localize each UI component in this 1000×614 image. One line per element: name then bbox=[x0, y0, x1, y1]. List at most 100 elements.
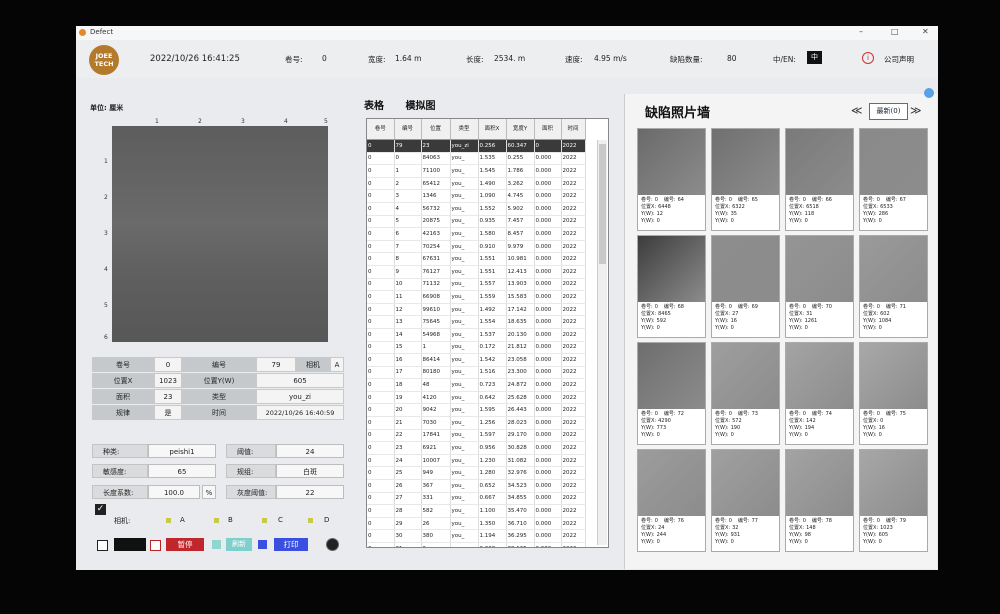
table-row[interactable]: 0316you_0.86838.1250.0002022 bbox=[367, 542, 586, 547]
camera-a-checkbox[interactable] bbox=[166, 518, 171, 523]
rule-group-select[interactable]: 白斑 bbox=[276, 464, 344, 478]
defect-thumbnail[interactable] bbox=[860, 129, 927, 195]
table-row[interactable]: 0 17 80180 you_ 1.516 23.300 0.000 2022 bbox=[367, 366, 586, 380]
length-coef-input[interactable]: 100.0 bbox=[148, 485, 200, 499]
table-row[interactable]: 0 18 48 you_ 0.723 24.872 0.000 2022 bbox=[367, 378, 586, 392]
table-row[interactable]: 0 1 71100 you_ 1.545 1.786 0.000 2022 bbox=[367, 164, 586, 178]
floating-assist-icon[interactable] bbox=[924, 88, 934, 98]
defect-photo-card[interactable]: 卷号: 0 编号: 65 位置X: 6322 Y(W): 35 Y(W): 0 bbox=[711, 128, 780, 231]
defect-photo-card[interactable]: 卷号: 0 编号: 67 位置X: 6533 Y(W): 286 Y(W): 0 bbox=[859, 128, 928, 231]
kind-select[interactable]: peishi1 bbox=[148, 444, 216, 458]
defect-thumbnail[interactable] bbox=[638, 129, 705, 195]
defect-photo-card[interactable]: 卷号: 0 编号: 71 位置X: 602 Y(W): 1084 Y(W): 0 bbox=[859, 235, 928, 338]
table-row[interactable]: 0 4 56732 you_ 1.552 5.902 0.000 2022 bbox=[367, 202, 586, 216]
defect-thumbnail[interactable] bbox=[786, 450, 853, 516]
info-icon[interactable]: i bbox=[862, 52, 874, 64]
table-row[interactable]: 0 19 4120 you_ 0.642 25.628 0.000 2022 bbox=[367, 391, 586, 405]
defect-photo-card[interactable]: 卷号: 0 编号: 77 位置X: 32 Y(W): 931 Y(W): 0 bbox=[711, 449, 780, 552]
latest-button[interactable]: 最新(0) bbox=[869, 103, 908, 120]
tab-table[interactable]: 表格 bbox=[364, 101, 384, 112]
defect-photo-card[interactable]: 卷号: 0 编号: 76 位置X: 24 Y(W): 244 Y(W): 0 bbox=[637, 449, 706, 552]
table-row[interactable]: 0 12 99610 you_ 1.492 17.142 0.000 2022 bbox=[367, 303, 586, 317]
table-row[interactable]: 0 5 20875 you_ 0.935 7.457 0.000 2022 bbox=[367, 215, 586, 229]
table-row[interactable]: 0 16 86414 you_ 1.542 23.058 0.000 2022 bbox=[367, 353, 586, 367]
table-row[interactable]: 0 25 949 you_ 1.280 32.976 0.000 2022 bbox=[367, 466, 586, 481]
column-header[interactable]: 编号 bbox=[394, 119, 422, 140]
table-row[interactable]: 0 15 1 you_ 0.172 21.812 0.000 2022 bbox=[367, 341, 586, 355]
column-header[interactable]: 面积X bbox=[478, 119, 507, 140]
table-row[interactable]: 0 20 9042 you_ 1.595 26.443 0.000 2022 bbox=[367, 403, 586, 418]
table-row[interactable]: 0 10 71132 you_ 1.557 13.903 0.000 2022 bbox=[367, 278, 586, 292]
defect-photo-card[interactable]: 卷号: 0 编号: 73 位置X: 572 Y(W): 190 Y(W): 0 bbox=[711, 342, 780, 445]
column-header[interactable]: 面积 bbox=[534, 119, 562, 140]
table-row[interactable]: 0 22 17841 you_ 1.597 29.170 0.000 2022 bbox=[367, 429, 586, 443]
tab-simulation[interactable]: 模拟图 bbox=[405, 101, 435, 112]
defect-thumbnail[interactable] bbox=[786, 343, 853, 409]
defect-photo-card[interactable]: 卷号: 0 编号: 64 位置X: 6448 Y(W): 12 Y(W): 0 bbox=[637, 128, 706, 231]
prev-page-icon[interactable]: ≪ bbox=[851, 104, 863, 117]
table-row[interactable]: 0 11 66908 you_ 1.559 15.583 0.000 2022 bbox=[367, 290, 586, 304]
company-statement-link[interactable]: 公司声明 bbox=[884, 54, 914, 65]
table-row[interactable]: 0 28 582 you_ 1.100 35.470 0.000 2022 bbox=[367, 504, 586, 518]
defect-photo-card[interactable]: 卷号: 0 编号: 79 位置X: 1023 Y(W): 605 Y(W): 0 bbox=[859, 449, 928, 552]
camera-b-checkbox[interactable] bbox=[214, 518, 219, 523]
pause-button[interactable]: 暂停 bbox=[166, 538, 204, 551]
column-header[interactable]: 位置 bbox=[421, 119, 451, 140]
print-button[interactable]: 打印 bbox=[274, 538, 308, 551]
defect-thumbnail[interactable] bbox=[712, 129, 779, 195]
table-row[interactable]: 0 27 331 you_ 0.667 34.855 0.000 2022 bbox=[367, 492, 586, 506]
defect-thumbnail[interactable] bbox=[712, 450, 779, 516]
defect-thumbnail[interactable] bbox=[638, 236, 705, 302]
column-header[interactable]: 时间 bbox=[561, 119, 586, 140]
table-row[interactable]: 0 3 1346 you_ 1.090 4.745 0.000 2022 bbox=[367, 189, 586, 203]
defect-photo-card[interactable]: 卷号: 0 编号: 78 位置X: 148 Y(W): 98 Y(W): 0 bbox=[785, 449, 854, 552]
table-row[interactable]: 0 9 76127 you_ 1.551 12.413 0.000 2022 bbox=[367, 265, 586, 279]
table-row[interactable]: 0 79 23 you_zi 0.256 60.347 0 2022 bbox=[367, 139, 586, 153]
enable-checkbox[interactable]: ✓ bbox=[95, 504, 106, 515]
table-row[interactable]: 0 2 65412 you_ 1.490 3.262 0.000 2022 bbox=[367, 177, 586, 191]
table-row[interactable]: 0 0 84063 you_ 1.535 0.255 0.000 2022 bbox=[367, 152, 586, 166]
column-header[interactable]: 卷号 bbox=[367, 119, 395, 140]
defect-photo-card[interactable]: 卷号: 0 编号: 68 位置X: 8465 Y(W): 592 Y(W): 0 bbox=[637, 235, 706, 338]
defect-photo-card[interactable]: 卷号: 0 编号: 72 位置X: 4290 Y(W): 773 Y(W): 0 bbox=[637, 342, 706, 445]
defect-photo-card[interactable]: 卷号: 0 编号: 69 位置X: 27 Y(W): 16 Y(W): 0 bbox=[711, 235, 780, 338]
defect-thumbnail[interactable] bbox=[860, 236, 927, 302]
table-row[interactable]: 0 30 380 you_ 1.194 36.295 0.000 2022 bbox=[367, 529, 586, 543]
camera-c-checkbox[interactable] bbox=[262, 518, 267, 523]
defect-thumbnail[interactable] bbox=[860, 450, 927, 516]
defect-thumbnail[interactable] bbox=[712, 236, 779, 302]
gray-threshold-input[interactable]: 22 bbox=[276, 485, 344, 499]
table-row[interactable]: 0 14 54968 you_ 1.537 20.130 0.000 2022 bbox=[367, 328, 586, 342]
maximize-icon[interactable]: □ bbox=[891, 27, 899, 36]
defect-photo-card[interactable]: 卷号: 0 编号: 70 位置X: 31 Y(W): 1261 Y(W): 0 bbox=[785, 235, 854, 338]
table-row[interactable]: 0 24 10007 you_ 1.230 31.082 0.000 2022 bbox=[367, 454, 586, 468]
scrollbar-thumb[interactable] bbox=[599, 144, 606, 264]
table-row[interactable]: 0 29 26 you_ 1.350 36.710 0.000 2022 bbox=[367, 517, 586, 531]
threshold-input[interactable]: 24 bbox=[276, 444, 344, 458]
defect-thumbnail[interactable] bbox=[786, 236, 853, 302]
defect-thumbnail[interactable] bbox=[712, 343, 779, 409]
table-row[interactable]: 0 7 70254 you_ 0.910 9.979 0.000 2022 bbox=[367, 240, 586, 254]
close-icon[interactable]: ✕ bbox=[922, 27, 929, 36]
table-row[interactable]: 0 8 67631 you_ 1.551 10.981 0.000 2022 bbox=[367, 252, 586, 266]
table-row[interactable]: 0 23 6921 you_ 0.956 30.828 0.000 2022 bbox=[367, 441, 586, 455]
table-row[interactable]: 0 26 367 you_ 0.652 34.523 0.000 2022 bbox=[367, 479, 586, 493]
defect-photo-card[interactable]: 卷号: 0 编号: 75 位置X: 0 Y(W): 16 Y(W): 0 bbox=[859, 342, 928, 445]
power-icon[interactable] bbox=[326, 538, 339, 551]
defect-thumbnail[interactable] bbox=[786, 129, 853, 195]
column-header[interactable]: 类型 bbox=[450, 119, 479, 140]
minimize-icon[interactable]: – bbox=[859, 27, 863, 36]
lang-toggle[interactable]: 中 bbox=[807, 51, 822, 64]
table-scrollbar[interactable] bbox=[597, 140, 607, 545]
next-page-icon[interactable]: ≫ bbox=[910, 104, 922, 117]
table-row[interactable]: 0 6 42163 you_ 1.580 8.457 0.000 2022 bbox=[367, 227, 586, 241]
defect-photo-card[interactable]: 卷号: 0 编号: 74 位置X: 142 Y(W): 194 Y(W): 0 bbox=[785, 342, 854, 445]
defect-thumbnail[interactable] bbox=[860, 343, 927, 409]
defect-thumbnail[interactable] bbox=[638, 343, 705, 409]
defect-thumbnail[interactable] bbox=[638, 450, 705, 516]
defect-photo-card[interactable]: 卷号: 0 编号: 66 位置X: 6518 Y(W): 118 Y(W): 0 bbox=[785, 128, 854, 231]
table-row[interactable]: 0 13 75645 you_ 1.554 18.635 0.000 2022 bbox=[367, 315, 586, 329]
record-icon[interactable] bbox=[97, 540, 108, 551]
table-row[interactable]: 0 21 7030 you_ 1.256 28.023 0.000 2022 bbox=[367, 416, 586, 430]
camera-d-checkbox[interactable] bbox=[308, 518, 313, 523]
